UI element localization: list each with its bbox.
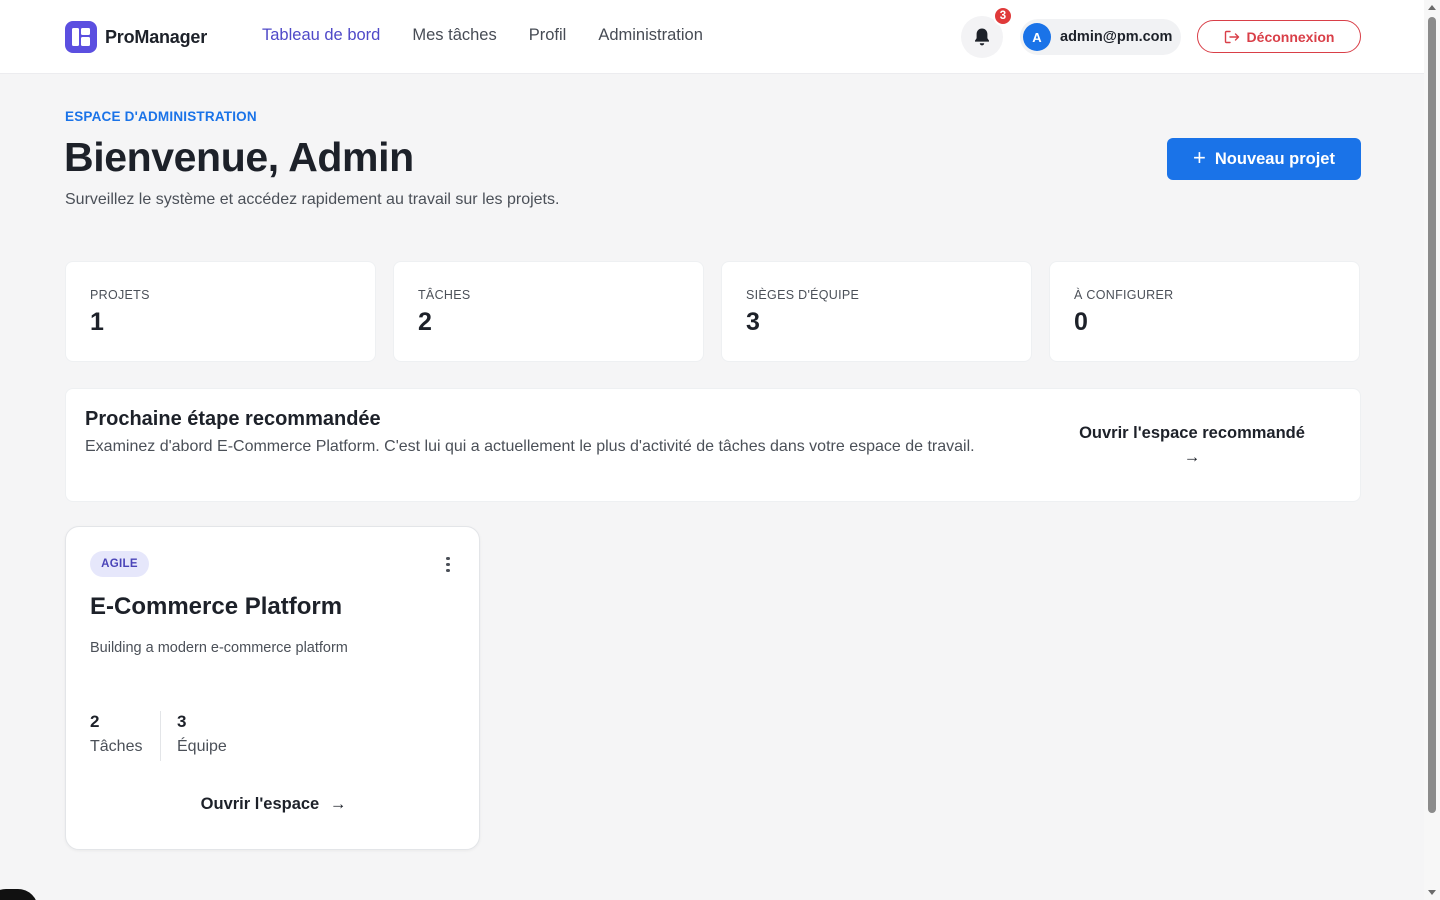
brand-name: ProManager (105, 26, 208, 47)
brand[interactable]: ProManager (65, 21, 207, 53)
section-eyebrow: ESPACE D'ADMINISTRATION (65, 109, 257, 124)
stat-label: PROJETS (90, 288, 150, 302)
stat-value: 2 (418, 308, 432, 336)
project-metric-tasks: 2 Tâches (90, 712, 142, 756)
stat-value: 1 (90, 308, 104, 336)
top-navbar: ProManager Tableau de bord Mes tâches Pr… (0, 0, 1424, 74)
avatar: A (1023, 23, 1051, 51)
stat-card-tasks: TÂCHES 2 (393, 261, 704, 362)
stat-card-team-seats: SIÈGES D'ÉQUIPE 3 (721, 261, 1032, 362)
arrow-right-icon: → (1183, 448, 1201, 466)
project-name: E-Commerce Platform (90, 593, 343, 620)
logout-button[interactable]: Déconnexion (1197, 20, 1361, 53)
metric-divider (160, 711, 161, 761)
metric-label: Tâches (90, 738, 143, 755)
plus-icon: + (1193, 145, 1206, 170)
stat-value: 0 (1074, 308, 1088, 336)
stat-card-to-configure: À CONFIGURER 0 (1049, 261, 1360, 362)
scroll-up-arrow-icon[interactable] (1428, 5, 1436, 10)
nav-item-dashboard[interactable]: Tableau de bord (262, 26, 380, 45)
arrow-right-icon: → (329, 795, 347, 813)
recommendation-card: Prochaine étape recommandée Examinez d'a… (65, 388, 1361, 502)
logout-label: Déconnexion (1246, 28, 1335, 45)
project-type-badge: AGILE (90, 551, 149, 577)
recommendation-title: Prochaine étape recommandée (85, 408, 381, 430)
logout-icon (1224, 30, 1239, 43)
open-recommended-space-link[interactable]: Ouvrir l'espace recommandé → (1066, 421, 1318, 469)
bell-icon (975, 28, 989, 46)
page-title: Bienvenue, Admin (64, 134, 414, 180)
open-space-label: Ouvrir l'espace (200, 795, 320, 813)
notification-count-badge: 3 (993, 6, 1013, 26)
nav-item-profile[interactable]: Profil (529, 26, 567, 45)
floating-widget[interactable] (0, 889, 38, 900)
stat-value: 3 (746, 308, 760, 336)
user-email: admin@pm.com (1060, 29, 1173, 45)
scroll-down-arrow-icon[interactable] (1428, 890, 1436, 895)
brand-logo-icon (65, 21, 97, 53)
stat-label: À CONFIGURER (1074, 288, 1174, 302)
metric-label: Équipe (177, 738, 227, 755)
page-subtitle: Surveillez le système et accédez rapidem… (65, 191, 560, 208)
main-nav: Tableau de bord Mes tâches Profil Admini… (262, 26, 735, 45)
nav-item-administration[interactable]: Administration (598, 26, 703, 45)
stat-label: SIÈGES D'ÉQUIPE (746, 288, 860, 302)
kebab-menu-icon[interactable] (440, 554, 456, 574)
recommendation-text: Examinez d'abord E-Commerce Platform. C'… (85, 438, 975, 455)
user-menu[interactable]: A admin@pm.com (1020, 19, 1181, 55)
new-project-button[interactable]: + Nouveau projet (1167, 138, 1361, 180)
metric-value: 3 (177, 712, 187, 731)
stat-label: TÂCHES (418, 288, 471, 302)
scrollbar-thumb[interactable] (1428, 17, 1436, 813)
open-space-button[interactable]: Ouvrir l'espace → (66, 795, 481, 814)
project-metric-team: 3 Équipe (177, 712, 227, 756)
metric-value: 2 (90, 712, 100, 731)
project-description: Building a modern e-commerce platform (90, 640, 348, 656)
nav-item-my-tasks[interactable]: Mes tâches (412, 26, 496, 45)
stat-card-projects: PROJETS 1 (65, 261, 376, 362)
new-project-label: Nouveau projet (1214, 149, 1335, 168)
page-scrollbar[interactable] (1424, 0, 1440, 900)
open-recommended-space-label: Ouvrir l'espace recommandé (1079, 424, 1305, 442)
project-card: AGILE E-Commerce Platform Building a mod… (65, 526, 480, 850)
